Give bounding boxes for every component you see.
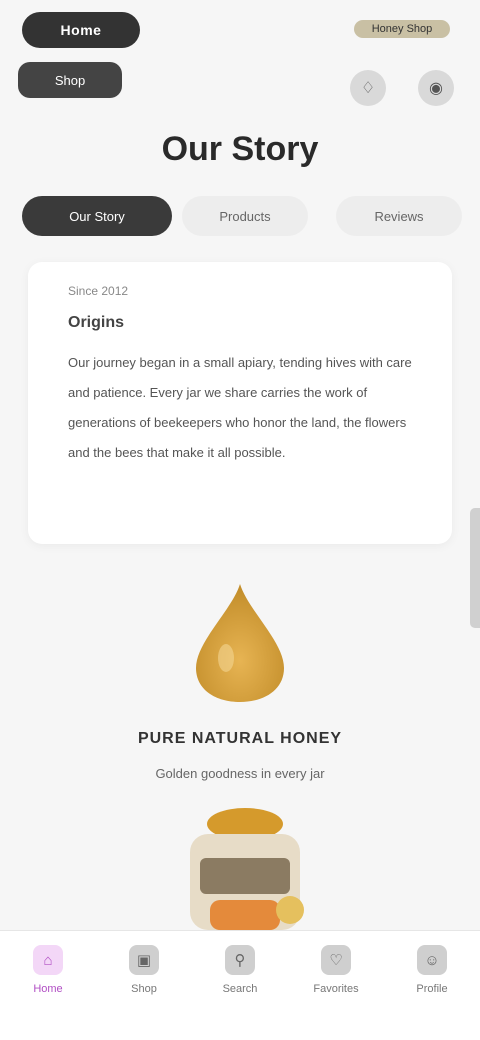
- nav-profile[interactable]: ☺ Profile: [392, 945, 472, 995]
- app-screen: Home Shop Honey Shop ♢ ◉ Our Story Our S…: [0, 0, 480, 1040]
- shop-badge: Honey Shop: [354, 20, 450, 38]
- bell-icon[interactable]: ♢: [350, 70, 386, 106]
- bottom-navigation: ⌂ Home ▣ Shop ⚲ Search ♡ Favorites ☺ Pro…: [0, 930, 480, 1040]
- tab-bar: Our Story Products Reviews: [22, 196, 462, 236]
- nav-label: Favorites: [313, 983, 359, 995]
- nav-label: Profile: [416, 983, 448, 995]
- nav-favorites[interactable]: ♡ Favorites: [296, 945, 376, 995]
- honey-jar-image: [190, 808, 304, 930]
- nav-label: Shop: [131, 983, 157, 995]
- story-body: Our journey began in a small apiary, ten…: [68, 355, 412, 460]
- tab-reviews[interactable]: Reviews: [336, 196, 462, 236]
- nav-home[interactable]: ⌂ Home: [8, 945, 88, 995]
- honey-drop-icon: [196, 584, 284, 702]
- nav-label: Search: [222, 983, 258, 995]
- story-kicker: Since 2012: [68, 284, 129, 298]
- tab-our-story[interactable]: Our Story: [22, 196, 172, 236]
- cart-icon[interactable]: ◉: [418, 70, 454, 106]
- nav-search[interactable]: ⚲ Search: [200, 945, 280, 995]
- story-heading: Origins: [68, 314, 125, 331]
- story-card: Since 2012 Origins Our journey began in …: [28, 262, 452, 544]
- promo-section: PURE NATURAL HONEY Golden goodness in ev…: [0, 570, 480, 930]
- page-title: Our Story: [161, 130, 319, 168]
- nav-shop[interactable]: ▣ Shop: [104, 945, 184, 995]
- promo-title: PURE NATURAL HONEY: [137, 730, 343, 747]
- promo-subtitle: Golden goodness in every jar: [155, 766, 325, 781]
- tab-products[interactable]: Products: [182, 196, 308, 236]
- heart-icon: ♡: [321, 945, 351, 975]
- top-header: Home Shop Honey Shop ♢ ◉: [0, 0, 480, 120]
- logo-sub-button[interactable]: Shop: [18, 62, 122, 98]
- logo-button[interactable]: Home: [22, 12, 140, 48]
- search-icon: ⚲: [225, 945, 255, 975]
- nav-label: Home: [33, 983, 63, 995]
- bag-icon: ▣: [129, 945, 159, 975]
- user-icon: ☺: [417, 945, 447, 975]
- home-icon: ⌂: [33, 945, 63, 975]
